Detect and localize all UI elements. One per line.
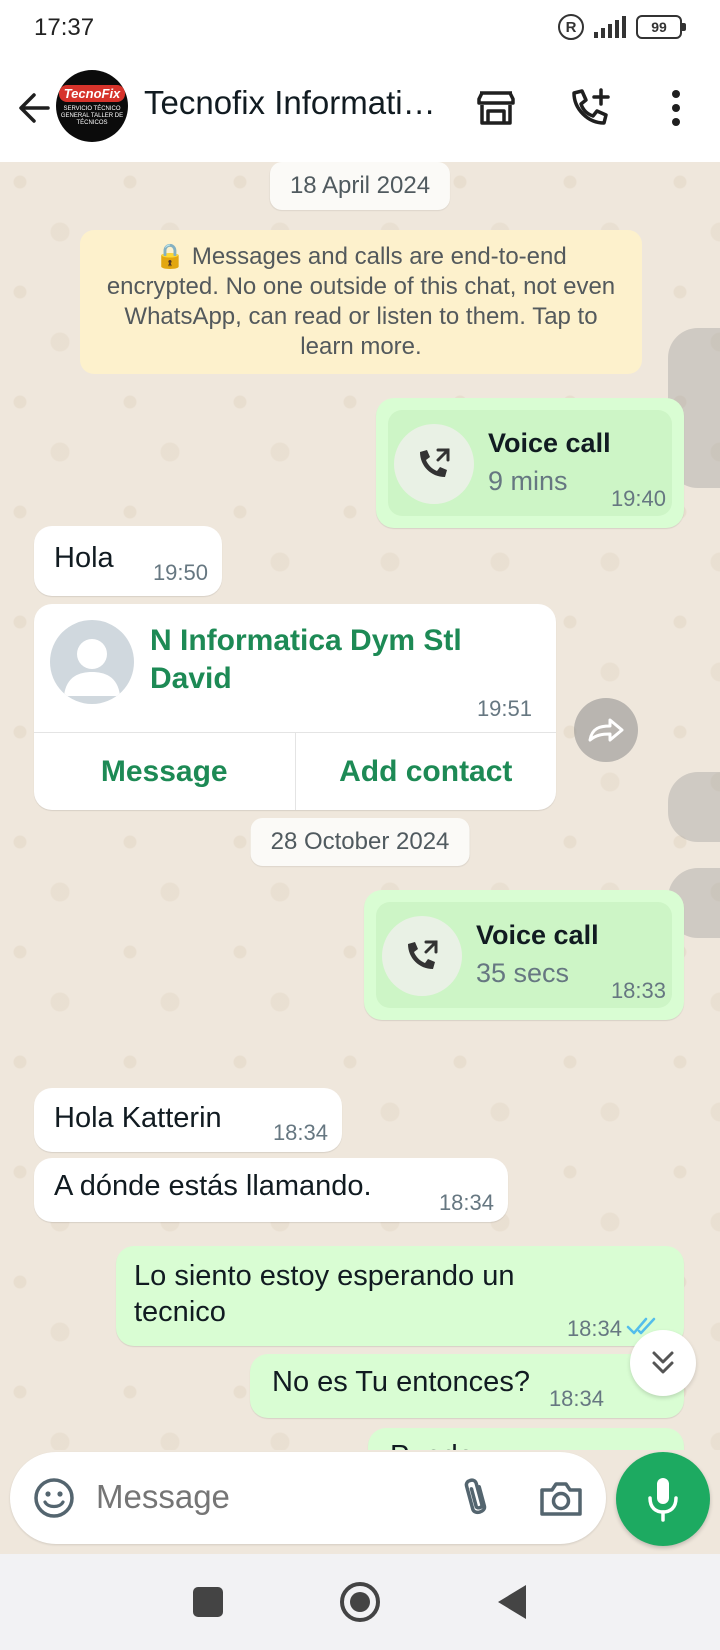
message-time: 18:34 — [566, 1316, 622, 1341]
date-chip: 28 October 2024 — [250, 818, 470, 866]
message-time: 19:40 — [610, 486, 666, 511]
voice-call-card: Voice call 9 mins 19:40 — [388, 410, 672, 516]
voice-call-bubble[interactable]: Voice call 9 mins 19:40 — [376, 398, 684, 528]
microphone-icon — [648, 1478, 678, 1522]
message-text: Hola Katterin — [54, 1102, 222, 1134]
voice-call-card: Voice call 35 secs 18:33 — [376, 902, 672, 1008]
message-time: 18:34 — [272, 1120, 328, 1145]
message-time: 18:34 — [548, 1386, 604, 1411]
message-text: Puede… — [390, 1440, 503, 1450]
recents-icon[interactable] — [190, 1584, 226, 1620]
message-time: 18:33 — [610, 978, 666, 1003]
side-panel-tab[interactable] — [668, 772, 720, 842]
message-time: 18:34 — [438, 1190, 494, 1215]
back-icon[interactable] — [494, 1582, 530, 1622]
date-chip: 18 April 2024 — [269, 162, 451, 210]
call-title: Voice call — [488, 428, 611, 458]
outgoing-message[interactable]: No es Tu entonces? 18:34 — [250, 1354, 684, 1418]
message-text: A dónde estás llamando. — [54, 1170, 372, 1202]
signal-icon — [594, 16, 626, 38]
message-text: Hola — [54, 542, 114, 574]
forward-icon[interactable] — [574, 698, 638, 762]
contact-actions: Message Add contact — [34, 732, 556, 810]
more-options-icon[interactable] — [650, 82, 702, 134]
emoji-icon[interactable] — [32, 1476, 76, 1520]
scroll-to-bottom-button[interactable] — [630, 1330, 696, 1396]
incoming-message[interactable]: Hola 19:50 — [34, 526, 222, 596]
avatar-subtext: SERVICIO TÉCNICO GENERAL TALLER DE TÉCNI… — [60, 105, 124, 127]
double-chevron-down-icon — [652, 1351, 674, 1374]
avatar-logo: TecnoFix — [58, 84, 126, 102]
incoming-message[interactable]: Hola Katterin 18:34 — [34, 1088, 342, 1152]
camera-icon[interactable] — [538, 1476, 584, 1520]
add-call-icon[interactable] — [564, 82, 616, 134]
back-arrow-icon[interactable] — [14, 84, 54, 132]
call-icon — [382, 916, 462, 996]
call-duration: 9 mins — [488, 466, 568, 496]
status-icons: R 99 — [558, 14, 686, 40]
message-contact-button[interactable]: Message — [34, 733, 295, 810]
contact-avatar[interactable]: TecnoFix SERVICIO TÉCNICO GENERAL TALLER… — [56, 70, 128, 142]
attach-icon[interactable] — [454, 1474, 498, 1522]
call-duration: 35 secs — [476, 958, 570, 988]
add-contact-button[interactable]: Add contact — [294, 733, 557, 810]
status-time: 17:37 — [34, 14, 95, 41]
message-time: 19:51 — [476, 696, 532, 721]
system-nav-bar — [0, 1554, 720, 1650]
battery-icon: 99 — [636, 15, 686, 39]
message-composer[interactable] — [10, 1452, 606, 1544]
voice-call-bubble[interactable]: Voice call 35 secs 18:33 — [364, 890, 684, 1020]
contact-name: N Informatica Dym Stl David — [150, 624, 462, 695]
outgoing-message[interactable]: Puede… — [368, 1428, 684, 1450]
chat-header: TecnoFix SERVICIO TÉCNICO GENERAL TALLER… — [0, 56, 720, 162]
message-text: No es Tu entonces? — [272, 1366, 530, 1398]
contact-placeholder-avatar — [50, 620, 134, 704]
message-text: Lo siento estoy esperando un tecnico — [134, 1260, 515, 1328]
contact-card[interactable]: N Informatica Dym Stl David 19:51 Messag… — [34, 604, 556, 810]
outgoing-message[interactable]: Lo siento estoy esperando un tecnico 18:… — [116, 1246, 684, 1346]
encryption-notice[interactable]: 🔒 Messages and calls are end-to-end encr… — [80, 230, 642, 374]
registered-icon: R — [558, 14, 584, 40]
chat-area[interactable]: 18 April 2024 🔒 Messages and calls are e… — [0, 162, 720, 1450]
home-icon[interactable] — [338, 1580, 382, 1624]
status-bar: 17:37 R 99 — [0, 0, 720, 56]
message-time: 19:50 — [152, 560, 208, 585]
call-title: Voice call — [476, 920, 599, 950]
chat-title[interactable]: Tecnofix Informati… — [144, 84, 444, 122]
incoming-message[interactable]: A dónde estás llamando. 18:34 — [34, 1158, 508, 1222]
mic-button[interactable] — [616, 1452, 710, 1546]
storefront-icon[interactable] — [470, 82, 522, 134]
call-icon — [394, 424, 474, 504]
message-input[interactable] — [96, 1478, 426, 1516]
